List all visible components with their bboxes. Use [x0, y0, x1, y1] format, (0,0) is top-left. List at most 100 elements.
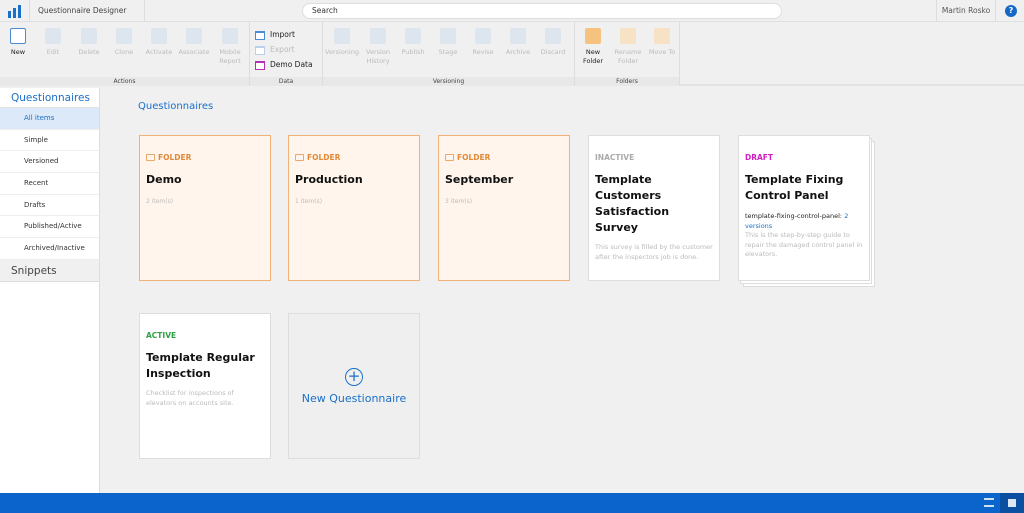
page-title: Questionnaires [138, 101, 214, 112]
versioning-icon [334, 28, 350, 44]
mobile-report-button[interactable]: Mobile Report [212, 28, 248, 66]
sidebar-snippets-header[interactable]: Snippets [0, 259, 99, 282]
folder-name: September [445, 173, 514, 186]
archive-icon [510, 28, 526, 44]
label: Versioning [325, 48, 359, 56]
version-history-button[interactable]: Version History [360, 28, 396, 66]
clone-icon [116, 28, 132, 44]
label: Activate [145, 48, 173, 56]
group-label: Data [250, 77, 322, 86]
status-bar [0, 493, 1024, 513]
label: Mobile Report [219, 48, 241, 65]
sidebar-questionnaires-header[interactable]: Questionnaires [0, 88, 99, 108]
label: Stage [438, 48, 458, 56]
new-icon [10, 28, 26, 44]
associate-button[interactable]: Associate [176, 28, 212, 57]
search-input[interactable]: Search [302, 3, 782, 19]
delete-button[interactable]: Delete [71, 28, 107, 57]
app-title: Questionnaire Designer 12.1.0.0 [29, 0, 145, 37]
archive-button[interactable]: Archive [500, 28, 536, 57]
list-view-icon[interactable] [984, 498, 994, 507]
folders-group: New Folder Rename Folder Move To Folders [575, 22, 680, 86]
questionnaire-description: Checklist for inspections of elevators o… [146, 389, 234, 407]
folder-tag: FOLDER [307, 152, 341, 162]
sidebar-item-all-items[interactable]: All items [0, 108, 99, 130]
export-button[interactable]: Export [255, 44, 295, 56]
questionnaire-card[interactable]: INACTIVE Template Customers Satisfaction… [588, 135, 720, 281]
label: Move To [648, 48, 676, 56]
move-to-icon [654, 28, 670, 44]
sidebar-item-recent[interactable]: Recent [0, 173, 99, 195]
folder-tag: FOLDER [158, 152, 192, 162]
sidebar-item-published-active[interactable]: Published/Active [0, 216, 99, 239]
label: New Folder [582, 48, 604, 65]
stage-button[interactable]: Stage [430, 28, 466, 57]
version-history-icon [370, 28, 386, 44]
move-to-button[interactable]: Move To [644, 28, 680, 57]
demo-data-button[interactable]: Demo Data [255, 59, 313, 71]
folder-card-september[interactable]: FOLDER September 3 item(s) [438, 135, 570, 281]
export-icon [255, 45, 265, 55]
questionnaire-id: template-fixing-control-panel: [745, 212, 843, 220]
versioning-button[interactable]: Versioning [324, 28, 360, 57]
status-badge: DRAFT [745, 152, 774, 162]
revise-icon [475, 28, 491, 44]
label: Version History [366, 48, 390, 65]
folder-card-production[interactable]: FOLDER Production 1 item(s) [288, 135, 420, 281]
sidebar-item-archived-inactive[interactable]: Archived/Inactive [0, 238, 99, 260]
folder-icon [295, 153, 304, 161]
demo-data-icon [255, 60, 265, 70]
ribbon: New Edit Delete Clone Activate Associate… [0, 22, 1024, 86]
folder-tag: FOLDER [457, 152, 491, 162]
new-button[interactable]: New [0, 28, 36, 57]
label: Revise [472, 48, 494, 56]
sidebar-item-simple[interactable]: Simple [0, 130, 99, 152]
edit-icon [45, 28, 61, 44]
help-icon[interactable]: ? [1005, 5, 1017, 17]
group-label: Actions [0, 77, 249, 86]
questionnaire-title: Template Regular Inspection [146, 351, 255, 380]
label: Clone [114, 48, 134, 56]
questionnaire-card[interactable]: ACTIVE Template Regular Inspection Check… [139, 313, 271, 459]
publish-button[interactable]: Publish [395, 28, 431, 57]
sidebar-item-drafts[interactable]: Drafts [0, 195, 99, 217]
versioning-group: Versioning Version History Publish Stage… [323, 22, 575, 86]
questionnaire-card[interactable]: DRAFT Template Fixing Control Panel temp… [738, 135, 870, 281]
group-label: Versioning [323, 77, 574, 86]
title-bar: Questionnaire Designer 12.1.0.0 Search M… [0, 0, 1024, 37]
questionnaire-description: This survey is filled by the customer af… [595, 243, 713, 261]
discard-button[interactable]: Discard [535, 28, 571, 57]
new-questionnaire-button[interactable]: + New Questionnaire [288, 313, 420, 459]
user-name[interactable]: Martin Rosko [936, 0, 996, 22]
label: Discard [540, 48, 566, 56]
folder-card-demo[interactable]: FOLDER Demo 2 item(s) [139, 135, 271, 281]
label: Export [270, 45, 295, 54]
app-logo-icon [0, 0, 29, 22]
plus-circle-icon: + [345, 367, 363, 386]
revise-button[interactable]: Revise [465, 28, 501, 57]
activate-button[interactable]: Activate [141, 28, 177, 57]
questionnaire-title: Template Customers Satisfaction Survey [595, 173, 670, 234]
stage-icon [440, 28, 456, 44]
label: New [10, 48, 26, 56]
tile-view-icon[interactable] [1000, 493, 1024, 513]
new-folder-button[interactable]: New Folder [575, 28, 611, 66]
group-label: Folders [575, 77, 679, 86]
publish-icon [405, 28, 421, 44]
label: Archive [505, 48, 531, 56]
folder-count: 1 item(s) [295, 198, 323, 205]
folder-name: Production [295, 173, 363, 186]
mobile-report-icon [222, 28, 238, 44]
folder-count: 3 item(s) [445, 198, 473, 205]
new-questionnaire-label: New Questionnaire [301, 391, 407, 405]
clone-button[interactable]: Clone [106, 28, 142, 57]
new-folder-icon [585, 28, 601, 44]
import-button[interactable]: Import [255, 29, 295, 41]
sidebar-item-versioned[interactable]: Versioned [0, 151, 99, 174]
status-badge: INACTIVE [595, 152, 635, 162]
folder-icon [146, 153, 155, 161]
data-group: Import Export Demo Data Data [250, 22, 323, 86]
questionnaire-title: Template Fixing Control Panel [745, 173, 844, 202]
rename-folder-button[interactable]: Rename Folder [610, 28, 646, 66]
edit-button[interactable]: Edit [35, 28, 71, 57]
